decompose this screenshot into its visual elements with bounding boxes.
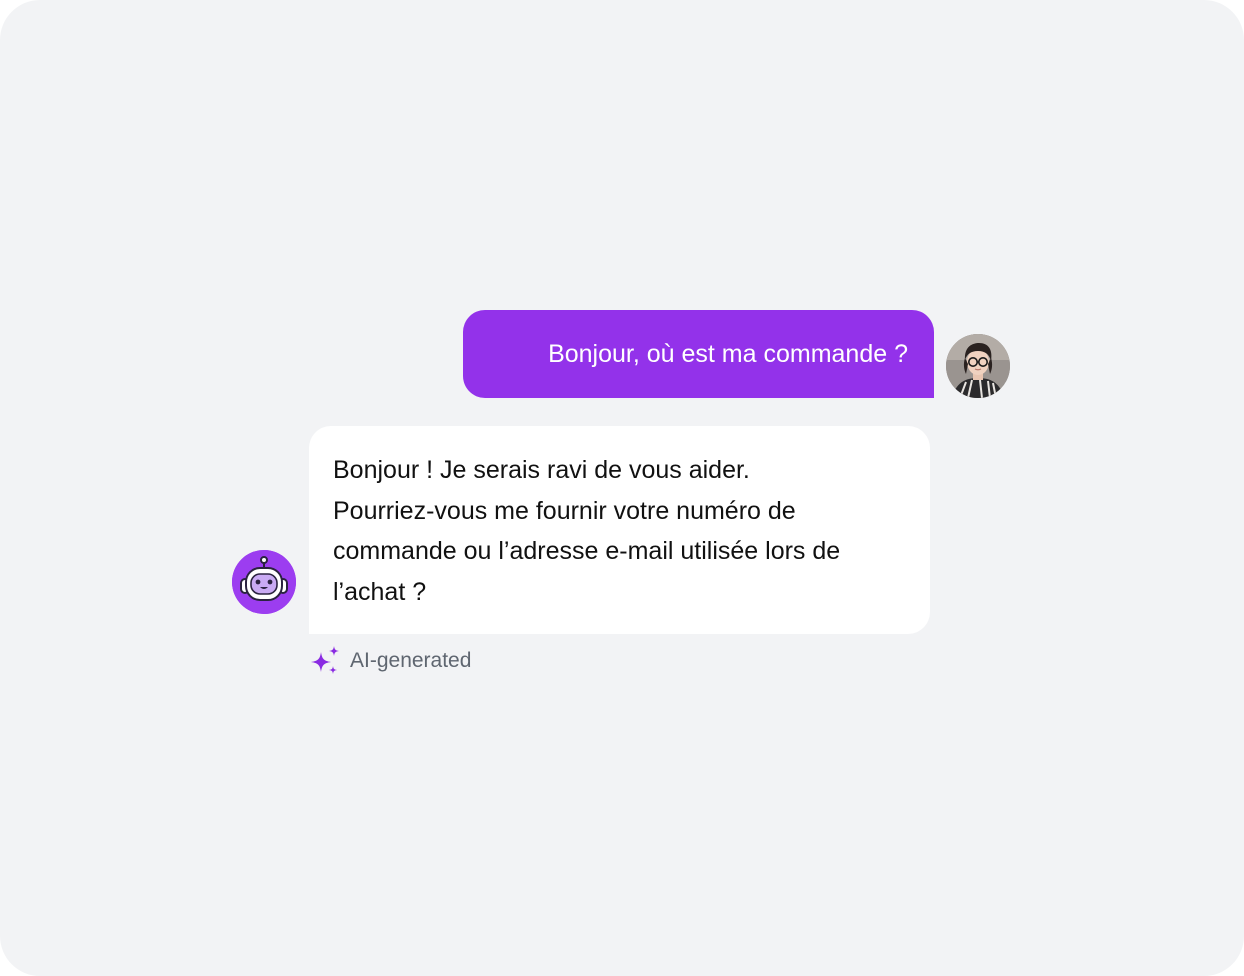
chat-canvas: Bonjour, où est ma commande ? Bonjour ! … xyxy=(0,0,1244,976)
user-message-bubble: Bonjour, où est ma commande ? xyxy=(463,310,934,398)
user-photo-avatar-icon xyxy=(946,334,1010,398)
bot-message-line: commande ou l’adresse e-mail utilisée lo… xyxy=(333,537,841,565)
sparkles-icon xyxy=(311,646,339,674)
robot-icon xyxy=(232,550,296,614)
user-message-text: Bonjour, où est ma commande ? xyxy=(548,340,908,368)
ai-generated-label: AI-generated xyxy=(350,649,472,672)
bot-avatar xyxy=(232,550,296,614)
bot-message-line: Bonjour ! Je serais ravi de vous aider. xyxy=(333,456,750,484)
bot-message-bubble: Bonjour ! Je serais ravi de vous aider. … xyxy=(309,426,930,634)
user-avatar xyxy=(946,334,1010,398)
bot-message-line: Pourriez-vous me fournir votre numéro de xyxy=(333,496,796,525)
ai-generated-tag: AI-generated xyxy=(308,644,471,678)
bot-message-line: l’achat ? xyxy=(333,577,427,606)
